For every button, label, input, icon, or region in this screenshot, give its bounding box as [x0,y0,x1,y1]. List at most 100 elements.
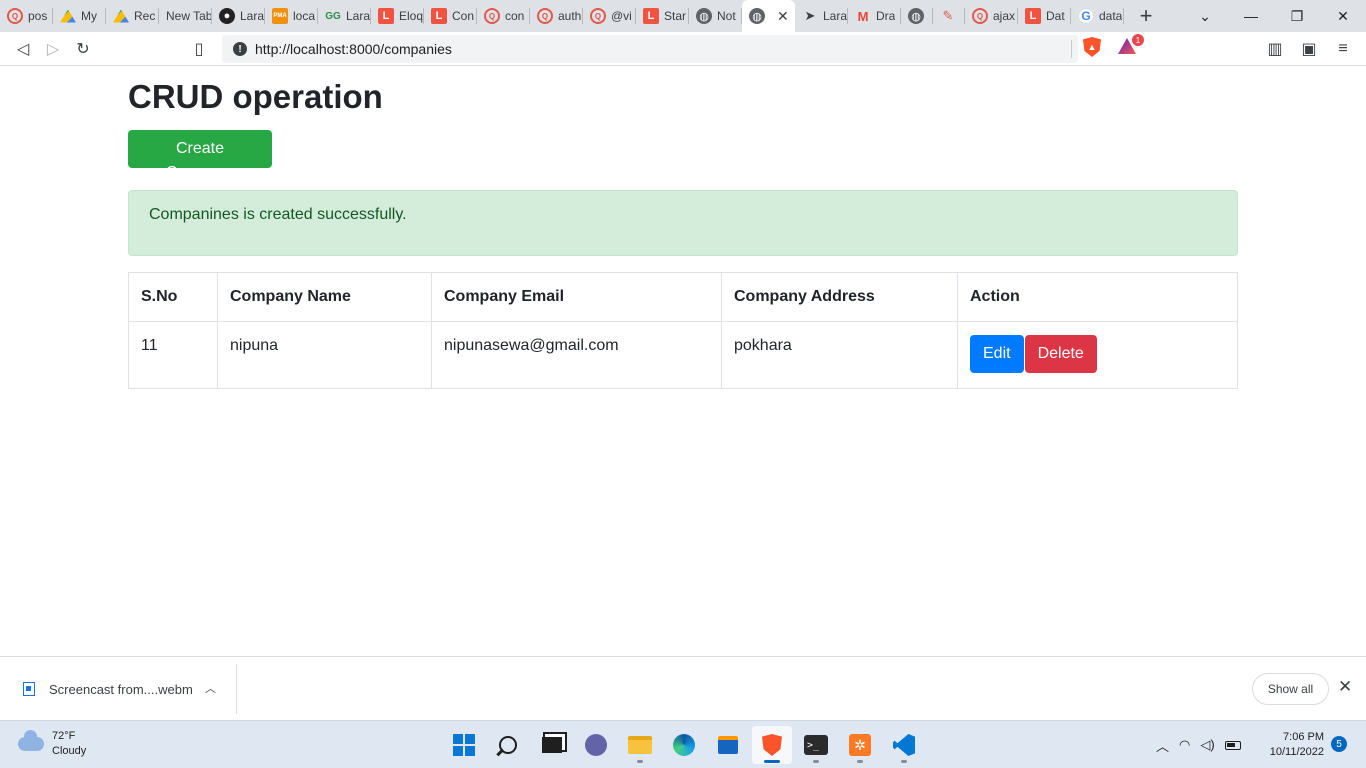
notification-badge[interactable]: 5 [1331,736,1347,752]
tab-dat[interactable]: L Dat [1018,0,1071,32]
laravel-icon: L [378,8,394,24]
tab-new-tab[interactable]: New Tab [159,0,212,32]
brave-taskbar-button[interactable] [752,726,792,764]
tab-pos[interactable]: Q pos [0,0,53,32]
tab-not[interactable]: ◍ Not [689,0,742,32]
tab-globe[interactable]: ◍ [901,0,933,32]
tab-lara-3[interactable]: ➤ Lara [795,0,848,32]
chat-button[interactable] [576,726,616,764]
taskbar-search-button[interactable] [488,726,528,764]
toolbar-right: ▥ ▣ ≡ [1260,35,1358,63]
edge-button[interactable] [664,726,704,764]
globe-icon: ◍ [749,8,765,24]
tab-localhost[interactable]: PMA loca [265,0,318,32]
column-header-company-name: Company Name [217,272,432,322]
download-item[interactable]: Screencast from....webm ︿ [0,664,237,714]
url-text[interactable]: http://localhost:8000/companies [255,41,1071,57]
microsoft-store-icon [718,736,738,754]
page-container: CRUD operation Create Company Companines… [128,67,1238,389]
system-tray: ︿ ◠ ◁) [1156,721,1241,768]
start-button[interactable] [444,726,484,764]
wallet-icon[interactable]: ▣ [1294,35,1324,63]
tab-data[interactable]: G data [1071,0,1124,32]
tab-rec[interactable]: Rec [106,0,159,32]
battery-icon[interactable] [1224,740,1241,750]
close-icon[interactable]: ✕ [777,8,789,25]
create-company-button[interactable]: Create Company [128,130,272,181]
tab-label: auth [558,9,582,23]
tab-label: Con [452,9,475,23]
task-view-button[interactable] [532,726,572,764]
tab-label: New Tab [166,9,212,23]
terminal-button[interactable]: >_ [796,726,836,764]
tab-eloq[interactable]: L Eloq [371,0,424,32]
bookmark-icon[interactable]: ▯ [184,35,214,63]
tab-label: pos [28,9,48,23]
tab-search-chevron-icon[interactable]: ⌄ [1182,0,1228,32]
brave-search-icon: Q [7,8,23,24]
show-all-button[interactable]: Show all [1252,673,1329,705]
site-info-icon[interactable]: ! [233,42,247,56]
tab-label: Dat [1046,9,1065,23]
tab-label: Not [717,9,736,23]
clock[interactable]: 7:06 PM 10/11/2022 [1262,730,1324,760]
tab-vi[interactable]: Q @vi [583,0,636,32]
tab-active[interactable]: ◍ ✕ [742,0,795,32]
back-icon[interactable]: ◁ [8,35,38,63]
address-bar[interactable]: ! http://localhost:8000/companies [222,35,1078,63]
running-indicator [764,760,780,763]
tab-my[interactable]: My [53,0,106,32]
file-explorer-button[interactable] [620,726,660,764]
vscode-button[interactable] [884,726,924,764]
companies-table: S.No Company Name Company Email Company … [128,272,1238,389]
brave-shields-icon[interactable]: ▲ [1083,37,1101,57]
tab-con-2[interactable]: Q con [477,0,530,32]
column-header-company-email: Company Email [431,272,722,322]
reload-icon[interactable]: ↻ [68,35,98,63]
xampp-button[interactable]: ✲ [840,726,880,764]
weather-widget[interactable]: 72°F Cloudy [18,729,86,759]
minimize-icon[interactable]: — [1228,0,1274,32]
tab-pen[interactable]: ✎ [933,0,965,32]
edit-button[interactable]: Edit [970,335,1024,373]
google-icon: G [1078,8,1094,24]
chevron-up-icon[interactable]: ︿ [1156,736,1169,755]
sidebar-icon[interactable]: ▥ [1260,35,1290,63]
tab-ajax[interactable]: Q ajax [965,0,1018,32]
page-viewport: CRUD operation Create Company Companines… [0,67,1366,656]
tab-label: Dra [876,9,896,23]
rewards-badge: 1 [1132,34,1144,46]
teams-chat-icon [585,734,607,756]
download-file-name[interactable]: Screencast from....webm [49,682,193,697]
tab-con-1[interactable]: L Con [424,0,477,32]
running-indicator [637,760,643,763]
phpmyadmin-icon: PMA [272,8,288,24]
store-button[interactable] [708,726,748,764]
new-tab-button[interactable]: + [1124,0,1168,32]
delete-button[interactable]: Delete [1024,335,1097,373]
clock-date: 10/11/2022 [1269,746,1324,758]
wifi-icon[interactable]: ◠ [1179,737,1190,753]
chevron-up-icon[interactable]: ︿ [205,680,216,696]
terminal-icon: >_ [804,735,828,755]
weather-text: 72°F Cloudy [52,729,86,759]
forward-icon[interactable]: ▷ [38,35,68,63]
tab-star[interactable]: L Star [636,0,689,32]
maximize-icon[interactable]: ❐ [1274,0,1320,32]
menu-icon[interactable]: ≡ [1328,35,1358,63]
speaker-icon[interactable]: ◁) [1200,737,1214,753]
brave-rewards-button[interactable]: 1 [1118,34,1144,56]
file-explorer-icon [628,736,652,754]
close-download-shelf-icon[interactable]: ✕ [1338,677,1352,697]
tab-label: @vi [611,9,632,23]
cloud-icon [18,730,44,751]
window-close-icon[interactable]: ✕ [1320,0,1366,32]
success-alert: Companines is created successfully. [128,190,1238,256]
tab-dra[interactable]: M Dra [848,0,901,32]
tab-lara-2[interactable]: GG Lara [318,0,371,32]
brave-search-icon: Q [484,8,500,24]
browser-toolbar: ◁ ▷ ↻ ▯ ! http://localhost:8000/companie… [0,32,1366,66]
tab-auth[interactable]: Q auth [530,0,583,32]
tab-lara-1[interactable]: ● Lara [212,0,265,32]
google-drive-icon [60,9,76,23]
